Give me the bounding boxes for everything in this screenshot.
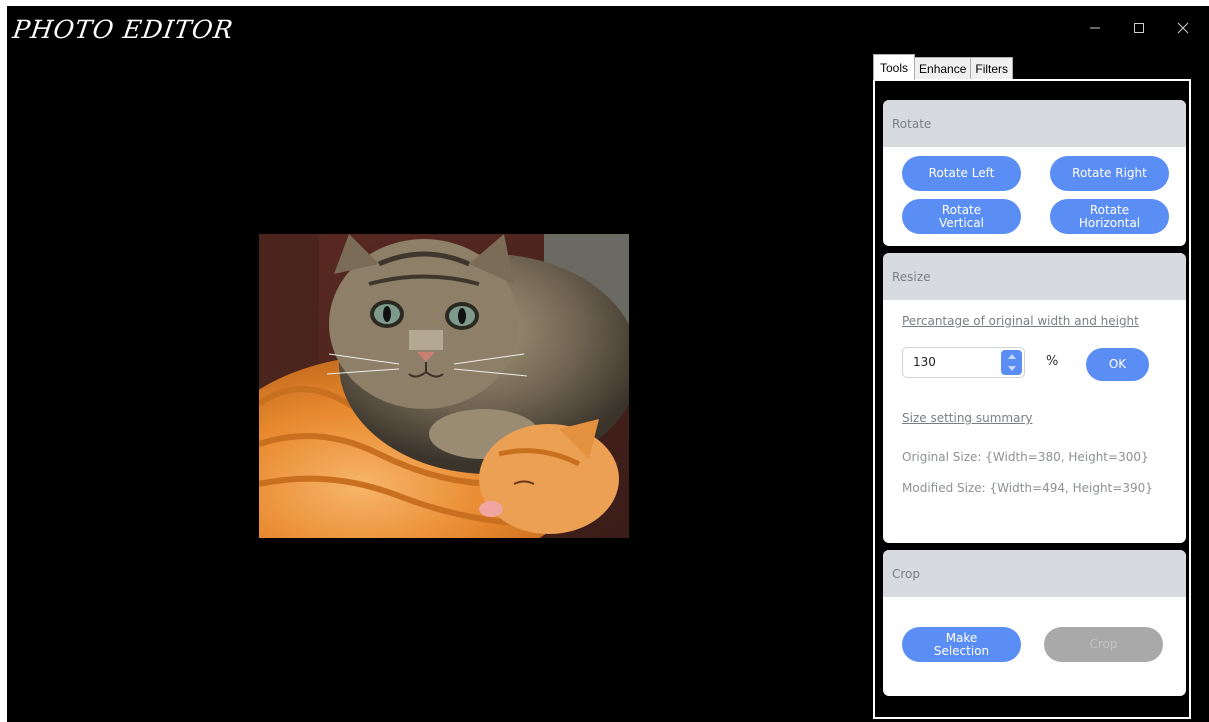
ok-button[interactable]: OK — [1086, 348, 1149, 381]
crop-button[interactable]: Crop — [1044, 627, 1163, 662]
minimize-icon — [1090, 27, 1100, 29]
kitten-photo — [259, 234, 629, 538]
tab-enhance[interactable]: Enhance — [914, 57, 972, 80]
photo-canvas[interactable] — [259, 234, 629, 538]
percentage-label: Percantage of original width and height — [902, 314, 1139, 328]
tab-tools[interactable]: Tools — [873, 54, 916, 80]
tools-panel: Rotate Rotate Left Rotate Right Rotate V… — [873, 79, 1191, 719]
resize-group: Resize Percantage of original width and … — [883, 253, 1186, 543]
percent-unit: % — [1046, 354, 1059, 369]
chevron-up-icon[interactable] — [1007, 353, 1016, 359]
rotate-vertical-button[interactable]: Rotate Vertical — [902, 199, 1021, 234]
resize-header: Resize — [883, 253, 1186, 300]
rotate-group: Rotate Rotate Left Rotate Right Rotate V… — [883, 100, 1186, 246]
close-icon — [1177, 22, 1189, 34]
percentage-input[interactable] — [913, 355, 993, 369]
original-size-text: Original Size: {Width=380, Height=300} — [902, 450, 1149, 464]
rotate-right-button[interactable]: Rotate Right — [1050, 156, 1169, 191]
crop-header: Crop — [883, 550, 1186, 597]
window-controls — [1073, 12, 1205, 44]
stepper-buttons[interactable] — [1001, 350, 1022, 375]
rotate-horizontal-button[interactable]: Rotate Horizontal — [1050, 199, 1169, 234]
make-selection-button[interactable]: Make Selection — [902, 627, 1021, 662]
modified-size-text: Modified Size: {Width=494, Height=390} — [902, 481, 1153, 495]
app-window: PHOTO EDITOR Tools Enhance Filters Rotat… — [7, 6, 1209, 722]
rotate-left-button[interactable]: Rotate Left — [902, 156, 1021, 191]
percentage-stepper[interactable] — [902, 347, 1025, 378]
summary-label: Size setting summary — [902, 411, 1033, 425]
app-title: PHOTO EDITOR — [10, 15, 236, 44]
maximize-button[interactable] — [1117, 12, 1161, 44]
close-button[interactable] — [1161, 12, 1205, 44]
crop-group: Crop Make Selection Crop — [883, 550, 1186, 696]
chevron-down-icon[interactable] — [1007, 366, 1016, 372]
rotate-header: Rotate — [883, 100, 1186, 147]
tab-filters[interactable]: Filters — [970, 57, 1014, 80]
maximize-icon — [1134, 23, 1144, 33]
panel-tabs: Tools Enhance Filters — [873, 54, 1014, 80]
minimize-button[interactable] — [1073, 12, 1117, 44]
